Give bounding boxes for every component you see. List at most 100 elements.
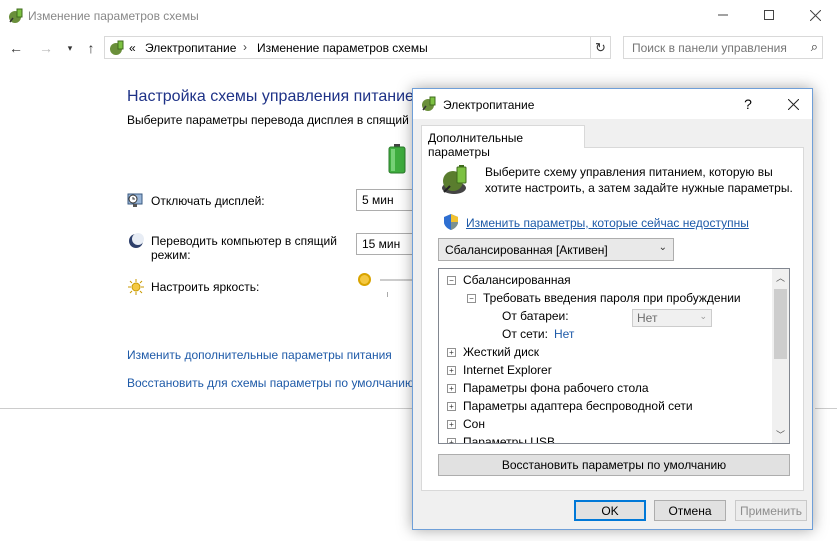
tree-item-label: Жесткий диск bbox=[463, 345, 540, 359]
dialog-description: Выберите схему управления питанием, кото… bbox=[485, 165, 793, 195]
collapse-icon[interactable]: − bbox=[447, 275, 456, 285]
power-plan-icon bbox=[442, 165, 467, 194]
tree-scrollbar[interactable]: ︿ ﹀ bbox=[772, 269, 789, 443]
scroll-down-icon[interactable]: ﹀ bbox=[772, 426, 789, 443]
maximize-button[interactable] bbox=[746, 0, 792, 30]
close-icon bbox=[787, 98, 799, 110]
slider-tick bbox=[387, 292, 388, 297]
arrow-right-icon: → bbox=[39, 40, 53, 56]
dialog-close-button[interactable] bbox=[775, 89, 811, 119]
scrollbar-thumb[interactable] bbox=[774, 289, 787, 359]
chevron-right-icon: › bbox=[243, 40, 247, 54]
change-unavailable-settings-link[interactable]: Изменить параметры, которые сейчас недос… bbox=[466, 216, 749, 230]
on-battery-select[interactable]: Нет ⌄ bbox=[632, 309, 712, 327]
advanced-settings-link[interactable]: Изменить дополнительные параметры питани… bbox=[127, 348, 392, 362]
tree-item-label: Параметры USB bbox=[463, 435, 555, 444]
tree-item-desktop-background[interactable]: + Параметры фона рабочего стола bbox=[447, 379, 649, 397]
sleep-label: Переводить компьютер в спящий режим: bbox=[151, 234, 337, 262]
expand-icon[interactable]: + bbox=[447, 419, 456, 429]
expand-icon[interactable]: + bbox=[447, 347, 456, 357]
tree-item-balanced[interactable]: − Сбалансированная bbox=[447, 271, 571, 289]
settings-tree[interactable]: − Сбалансированная − Требовать введения … bbox=[438, 268, 790, 444]
expand-icon[interactable]: + bbox=[447, 383, 456, 393]
expand-icon[interactable]: + bbox=[447, 437, 456, 443]
tree-item-on-battery[interactable]: От батареи: Нет ⌄ bbox=[502, 307, 722, 327]
on-battery-value: Нет bbox=[637, 311, 658, 325]
window-title: Изменение параметров схемы bbox=[28, 9, 199, 23]
plugged-in-value[interactable]: Нет bbox=[554, 327, 574, 341]
sleep-select[interactable]: 15 мин bbox=[356, 233, 416, 255]
sun-icon bbox=[128, 279, 144, 295]
tree-item-password-on-wakeup[interactable]: − Требовать введения пароля при пробужде… bbox=[467, 289, 741, 307]
divider bbox=[815, 408, 837, 409]
minimize-button[interactable] bbox=[700, 0, 746, 30]
tree-item-hard-disk[interactable]: + Жесткий диск bbox=[447, 343, 539, 361]
page-subtitle: Выберите параметры перевода дисплея в сп… bbox=[127, 113, 409, 127]
monitor-clock-icon bbox=[127, 193, 143, 207]
divider bbox=[0, 408, 412, 409]
close-button[interactable] bbox=[792, 0, 837, 30]
tree-item-sleep[interactable]: + Сон bbox=[447, 415, 485, 433]
restore-defaults-link[interactable]: Восстановить для схемы параметры по умол… bbox=[127, 376, 414, 390]
minimize-icon bbox=[718, 14, 728, 16]
breadcrumb-power-options[interactable]: Электропитание bbox=[145, 41, 236, 55]
address-bar[interactable]: « Электропитание › Изменение параметров … bbox=[104, 36, 611, 59]
display-off-select[interactable]: 5 мин bbox=[356, 189, 416, 211]
tree-item-usb[interactable]: + Параметры USB bbox=[447, 433, 555, 444]
tree-item-label: Требовать введения пароля при пробуждени… bbox=[483, 291, 741, 305]
recent-locations-button[interactable]: ▾ bbox=[61, 38, 79, 58]
plan-select[interactable]: Сбалансированная [Активен] ⌄ bbox=[438, 238, 674, 261]
display-off-label: Отключать дисплей: bbox=[151, 194, 265, 208]
refresh-button[interactable]: ↻ bbox=[590, 37, 610, 58]
search-box: ⌕ bbox=[623, 36, 823, 59]
page-title: Настройка схемы управления питанием bbox=[127, 88, 425, 105]
brightness-slider-thumb[interactable] bbox=[358, 273, 371, 286]
moon-icon bbox=[129, 233, 144, 248]
plan-select-value: Сбалансированная [Активен] bbox=[445, 243, 608, 257]
tab-advanced-settings[interactable]: Дополнительные параметры bbox=[421, 125, 585, 159]
expand-icon[interactable]: + bbox=[447, 401, 456, 411]
chevron-down-icon: ▾ bbox=[67, 42, 73, 53]
power-options-icon bbox=[422, 96, 436, 111]
tree-item-label: Internet Explorer bbox=[463, 363, 552, 377]
title-bar: Изменение параметров схемы bbox=[0, 0, 837, 32]
refresh-icon: ↻ bbox=[595, 39, 606, 55]
power-options-icon bbox=[9, 8, 23, 23]
arrow-left-icon: ← bbox=[9, 40, 23, 56]
collapse-icon[interactable]: − bbox=[467, 293, 476, 303]
scroll-up-icon[interactable]: ︿ bbox=[772, 269, 789, 286]
up-button[interactable]: ↑ bbox=[82, 38, 100, 58]
forward-button[interactable]: → bbox=[37, 38, 55, 58]
search-input[interactable] bbox=[624, 37, 802, 58]
back-button[interactable]: ← bbox=[7, 38, 25, 58]
arrow-up-icon: ↑ bbox=[87, 40, 95, 56]
dialog-title: Электропитание bbox=[443, 98, 535, 112]
chevron-down-icon: ⌄ bbox=[699, 311, 707, 321]
maximize-icon bbox=[764, 10, 774, 20]
cancel-button[interactable]: Отмена bbox=[654, 500, 726, 521]
tree-item-plugged-in[interactable]: От сети: Нет bbox=[502, 325, 574, 343]
tree-item-label: От сети: bbox=[502, 327, 548, 341]
expand-icon[interactable]: + bbox=[447, 365, 456, 375]
control-panel-icon bbox=[110, 40, 124, 55]
search-icon[interactable]: ⌕ bbox=[811, 39, 818, 55]
dialog-title-bar: Электропитание ? bbox=[413, 89, 812, 119]
tree-item-wireless-adapter[interactable]: + Параметры адаптера беспроводной сети bbox=[447, 397, 693, 415]
apply-button[interactable]: Применить bbox=[735, 500, 807, 521]
tree-item-label: От батареи: bbox=[502, 309, 569, 323]
tree-item-label: Сбалансированная bbox=[463, 273, 571, 287]
breadcrumb-overflow[interactable]: « bbox=[129, 41, 136, 55]
close-icon bbox=[809, 9, 821, 21]
tree-item-internet-explorer[interactable]: + Internet Explorer bbox=[447, 361, 552, 379]
chevron-down-icon: ⌄ bbox=[658, 242, 667, 253]
tree-item-label: Сон bbox=[463, 417, 485, 431]
power-options-dialog: Электропитание ? Дополнительные параметр… bbox=[412, 88, 813, 530]
ok-button[interactable]: OK bbox=[574, 500, 646, 521]
tree-item-label: Параметры фона рабочего стола bbox=[463, 381, 649, 395]
navigation-bar: ← → ▾ ↑ « Электропитание › Изменение пар… bbox=[0, 36, 837, 60]
restore-defaults-button[interactable]: Восстановить параметры по умолчанию bbox=[438, 454, 790, 476]
battery-icon bbox=[388, 144, 406, 174]
help-button[interactable]: ? bbox=[731, 89, 765, 119]
tree-item-label: Параметры адаптера беспроводной сети bbox=[463, 399, 693, 413]
breadcrumb-edit-plan[interactable]: Изменение параметров схемы bbox=[257, 41, 428, 55]
